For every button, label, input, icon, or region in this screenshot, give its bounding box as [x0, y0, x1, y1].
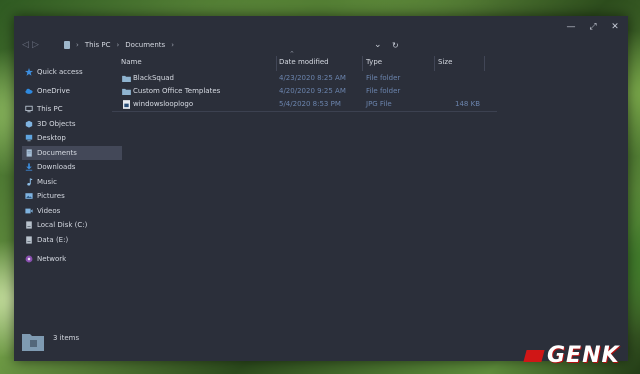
item-count: 3 items: [53, 334, 80, 342]
cube-icon: [25, 120, 33, 128]
breadcrumb: › This PC › Documents ›: [64, 41, 174, 49]
column-header-date-modified[interactable]: Date modified: [279, 58, 329, 66]
file-type: JPG File: [366, 100, 392, 108]
sidebar-item-label: Music: [37, 177, 57, 186]
download-icon: [25, 163, 33, 171]
folder-icon: [122, 88, 131, 95]
back-icon[interactable]: ◁: [22, 40, 29, 50]
sidebar-item-documents[interactable]: Documents: [22, 145, 122, 160]
folder-icon: [22, 334, 44, 351]
desktop-icon: [25, 134, 33, 142]
folder-icon: [122, 75, 131, 82]
sidebar-item-label: Videos: [37, 206, 61, 215]
file-size: 148 KB: [455, 100, 480, 108]
music-icon: [27, 177, 33, 186]
sidebar-item-quick-access[interactable]: Quick access: [22, 65, 122, 80]
network-icon: [25, 255, 33, 263]
file-list: BlackSquad 4/23/2020 8:25 AM File folder…: [112, 72, 497, 112]
forward-icon[interactable]: ▷: [32, 40, 39, 50]
file-type: File folder: [366, 74, 401, 82]
sidebar-item-label: Data (E:): [37, 235, 69, 244]
column-divider[interactable]: [434, 56, 435, 71]
sidebar-item-3d-objects[interactable]: 3D Objects: [22, 117, 122, 132]
sort-ascending-icon: ⌃: [289, 50, 295, 58]
sidebar-item-pictures[interactable]: Pictures: [22, 189, 122, 204]
refresh-icon[interactable]: ↻: [392, 41, 399, 50]
sidebar-item-videos[interactable]: Videos: [22, 204, 122, 219]
file-name: windowslooplogo: [133, 100, 194, 108]
sidebar-item-label: Downloads: [37, 163, 76, 171]
sidebar-item-label: Local Disk (C:): [37, 221, 88, 229]
sidebar-item-this-pc[interactable]: This PC: [22, 102, 122, 117]
image-file-icon: [123, 100, 130, 109]
column-divider[interactable]: [276, 56, 277, 71]
sidebar-item-label: Network: [37, 255, 67, 263]
status-bar: 3 items: [22, 328, 142, 356]
genk-watermark: GENK: [523, 343, 620, 368]
file-name: BlackSquad: [133, 74, 174, 82]
file-row-custom-office-templates[interactable]: Custom Office Templates 4/20/2020 9:25 A…: [112, 85, 497, 98]
column-header-name[interactable]: Name: [121, 58, 142, 66]
documents-location-icon: [64, 41, 70, 49]
sidebar-item-network[interactable]: Network: [22, 252, 122, 267]
column-divider[interactable]: [484, 56, 485, 71]
explorer-window: — ⤢ ✕ ◁ ▷ › This PC › Documents › ⌄ ↻ Qu…: [14, 16, 628, 361]
file-date-modified: 4/20/2020 9:25 AM: [279, 87, 346, 95]
sidebar-item-label: 3D Objects: [37, 119, 76, 128]
sidebar-item-onedrive[interactable]: OneDrive: [22, 84, 122, 99]
file-name: Custom Office Templates: [133, 87, 221, 95]
sidebar-item-local-disk-c[interactable]: Local Disk (C:): [22, 218, 122, 233]
column-header-row: ⌃ Name Date modified Type Size: [112, 50, 497, 71]
minimize-button[interactable]: —: [562, 20, 580, 34]
file-date-modified: 4/23/2020 8:25 AM: [279, 74, 346, 82]
genk-logo-icon: [523, 349, 545, 362]
sidebar-item-label: Quick access: [37, 68, 83, 76]
breadcrumb-this-pc[interactable]: This PC: [85, 41, 111, 49]
sidebar-item-music[interactable]: Music: [22, 175, 122, 190]
video-icon: [25, 208, 33, 213]
star-icon: [25, 68, 33, 76]
computer-icon: [25, 105, 33, 113]
file-row-windowslooplogo[interactable]: windowslooplogo 5/4/2020 8:53 PM JPG Fil…: [112, 98, 497, 112]
column-header-type[interactable]: Type: [366, 58, 382, 66]
file-date-modified: 5/4/2020 8:53 PM: [279, 100, 341, 108]
cloud-icon: [25, 88, 33, 94]
breadcrumb-documents[interactable]: Documents: [125, 41, 165, 49]
documents-icon: [26, 148, 32, 157]
column-divider[interactable]: [362, 56, 363, 71]
chevron-right-icon: ›: [116, 41, 120, 49]
address-bar: ◁ ▷ › This PC › Documents › ⌄ ↻: [14, 38, 628, 54]
sidebar-item-desktop[interactable]: Desktop: [22, 131, 122, 146]
sidebar-item-label: Documents: [37, 148, 77, 157]
sidebar-item-label: This PC: [37, 105, 63, 113]
file-type: File folder: [366, 87, 401, 95]
chevron-right-icon: ›: [76, 41, 79, 49]
sidebar-item-label: Desktop: [37, 134, 66, 142]
drive-icon: [26, 221, 32, 229]
chevron-right-icon: ›: [171, 41, 174, 49]
watermark-text: GENK: [547, 343, 620, 368]
sidebar-item-data-e[interactable]: Data (E:): [22, 233, 122, 248]
pictures-icon: [25, 193, 33, 199]
navigation-pane: Quick access OneDrive This PC 3D Objects…: [22, 64, 122, 267]
close-button[interactable]: ✕: [606, 20, 624, 34]
sidebar-item-downloads[interactable]: Downloads: [22, 160, 122, 175]
column-header-size[interactable]: Size: [438, 58, 452, 66]
chevron-down-icon[interactable]: ⌄: [374, 40, 382, 50]
file-row-blacksquad[interactable]: BlackSquad 4/23/2020 8:25 AM File folder: [112, 72, 497, 85]
sidebar-item-label: Pictures: [37, 192, 65, 200]
maximize-button[interactable]: ⤢: [584, 20, 602, 34]
sidebar-item-label: OneDrive: [37, 86, 70, 95]
drive-icon: [26, 235, 32, 244]
